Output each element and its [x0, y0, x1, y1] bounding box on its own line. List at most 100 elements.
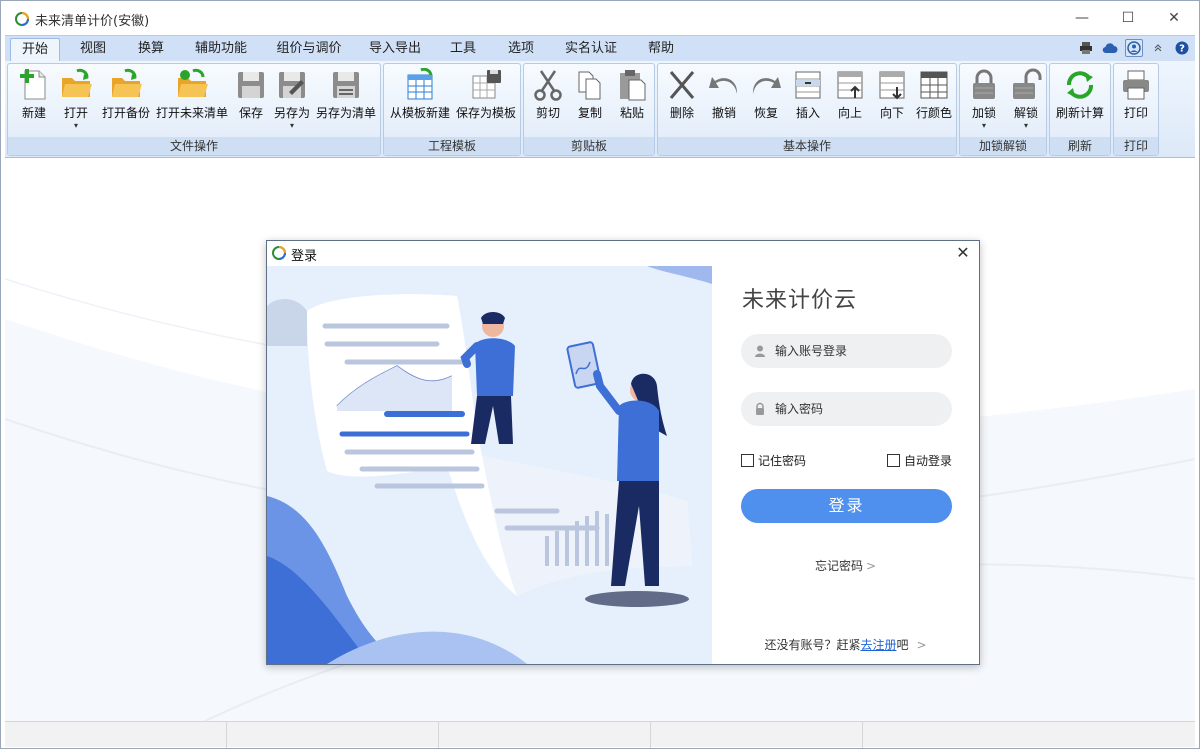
unlock-button[interactable]: 解锁 ▾: [1006, 66, 1046, 138]
scissors-icon: [534, 70, 562, 101]
forgot-password-link[interactable]: 忘记密码 >: [712, 557, 979, 574]
new-button[interactable]: 新建: [14, 66, 54, 138]
dialog-close-button[interactable]: ✕: [953, 243, 973, 262]
copy-label: 复制: [577, 106, 602, 120]
remember-password-checkbox[interactable]: 记住密码: [741, 452, 806, 469]
lock-button[interactable]: 加锁 ▾: [964, 66, 1004, 138]
menu-tab-bar: 开始 视图 换算 辅助功能 组价与调价 导入导出 工具 选项 实名认证 帮助 ?: [5, 35, 1195, 62]
tab-start[interactable]: 开始: [10, 38, 60, 62]
tab-tools[interactable]: 工具: [443, 38, 483, 62]
auto-login-checkbox[interactable]: 自动登录: [887, 452, 952, 469]
status-bar: [5, 721, 1195, 748]
auto-login-checkbox-box[interactable]: [887, 454, 900, 467]
unlock-dropdown-icon[interactable]: ▾: [1006, 121, 1046, 131]
login-button[interactable]: 登录: [741, 489, 952, 523]
save-as-button[interactable]: 另存为 ▾: [272, 66, 312, 138]
lock-icon: [973, 69, 995, 99]
help-glyph: ?: [1179, 44, 1185, 55]
tab-options[interactable]: 选项: [499, 38, 543, 62]
paste-button[interactable]: 粘贴: [612, 66, 652, 138]
new-from-template-button[interactable]: 从模板新建: [388, 66, 452, 138]
group-label-basic: 基本操作: [658, 137, 956, 155]
dialog-logo-icon: [272, 246, 286, 260]
delete-button[interactable]: 删除: [662, 66, 702, 138]
tab-view[interactable]: 视图: [71, 38, 115, 62]
save-as-icon: [279, 72, 305, 98]
lock-icon: [756, 402, 764, 415]
cut-button[interactable]: 剪切: [528, 66, 568, 138]
save-as-list-button[interactable]: 另存为清单: [314, 66, 378, 138]
group-label-print: 打印: [1114, 137, 1158, 155]
copy-button[interactable]: 复制: [570, 66, 610, 138]
register-suffix: 吧: [896, 638, 909, 652]
refresh-calc-label: 刷新计算: [1055, 106, 1104, 120]
new-from-template-label: 从模板新建: [389, 106, 450, 120]
save-as-template-label: 保存为模板: [455, 106, 516, 120]
move-up-button[interactable]: 向上: [830, 66, 870, 138]
delete-label: 删除: [669, 106, 694, 120]
open-backup-button[interactable]: 打开备份: [100, 66, 152, 138]
redo-label: 恢复: [753, 106, 778, 120]
save-as-dropdown-icon[interactable]: ▾: [272, 121, 312, 131]
minimize-button[interactable]: —: [1059, 1, 1105, 35]
group-label-lock: 加锁解锁: [960, 137, 1046, 155]
collapse-ribbon-icon[interactable]: [1149, 39, 1167, 57]
tab-convert[interactable]: 换算: [129, 38, 173, 62]
print-button[interactable]: 打印: [1116, 66, 1156, 138]
register-arrow-icon: >: [916, 638, 927, 652]
save-as-template-button[interactable]: 保存为模板: [454, 66, 518, 138]
redo-icon: [752, 77, 781, 94]
open-future-list-label: 打开未来清单: [155, 106, 228, 120]
move-down-button[interactable]: 向下: [872, 66, 912, 138]
illustration-image: [267, 266, 712, 664]
paste-icon: [620, 70, 646, 101]
register-link[interactable]: 去注册: [860, 638, 896, 652]
ribbon-group-basic: 删除 撤销 恢复 插入 向上 向下 行颜色 基本操作: [657, 63, 957, 156]
ribbon-toolbar: 新建 打开 ▾ 打开备份 打开未来清单 保存 另存为 ▾ 另存为清单 文件操作 …: [5, 61, 1195, 158]
ribbon-group-print: 打印 打印: [1113, 63, 1159, 156]
ribbon-group-refresh: 刷新计算 刷新: [1049, 63, 1111, 156]
lock-label: 加锁: [971, 106, 996, 120]
open-button[interactable]: 打开 ▾: [56, 66, 96, 138]
maximize-button[interactable]: ☐: [1105, 1, 1151, 35]
save-as-list-icon: [333, 72, 359, 98]
insert-label: 插入: [795, 106, 820, 120]
tab-help[interactable]: 帮助: [639, 38, 683, 62]
save-label: 保存: [238, 106, 263, 120]
insert-row-icon: [795, 71, 821, 99]
user-icon: [755, 345, 765, 357]
printer-icon[interactable]: [1077, 39, 1095, 57]
forgot-label[interactable]: 忘记密码: [815, 559, 863, 573]
row-color-icon: [920, 71, 948, 99]
close-button[interactable]: ✕: [1151, 1, 1197, 35]
save-button[interactable]: 保存: [232, 66, 270, 138]
tab-real-name[interactable]: 实名认证: [557, 38, 625, 62]
user-icon[interactable]: [1125, 39, 1143, 57]
tab-import-export[interactable]: 导入导出: [363, 38, 427, 62]
new-label: 新建: [21, 106, 46, 120]
print-icon: [1123, 70, 1149, 100]
undo-button[interactable]: 撤销: [704, 66, 744, 138]
move-up-icon: [837, 71, 863, 99]
insert-button[interactable]: 插入: [788, 66, 828, 138]
open-folder-icon: [62, 68, 92, 97]
refresh-calc-button[interactable]: 刷新计算: [1052, 66, 1108, 138]
open-dropdown-icon[interactable]: ▾: [56, 121, 96, 131]
lock-dropdown-icon[interactable]: ▾: [964, 121, 1004, 131]
tab-pricing[interactable]: 组价与调价: [269, 38, 349, 62]
password-input[interactable]: [775, 392, 945, 426]
open-future-list-button[interactable]: 打开未来清单: [154, 66, 230, 138]
copy-icon: [578, 71, 601, 100]
paste-label: 粘贴: [619, 106, 644, 120]
cut-label: 剪切: [535, 106, 560, 120]
tab-aux-functions[interactable]: 辅助功能: [189, 38, 253, 62]
account-input[interactable]: [775, 334, 945, 368]
cloud-icon[interactable]: [1101, 39, 1119, 57]
help-icon[interactable]: ?: [1173, 39, 1191, 57]
redo-button[interactable]: 恢复: [746, 66, 786, 138]
remember-checkbox-box[interactable]: [741, 454, 754, 467]
app-logo-icon: [15, 12, 29, 26]
group-label-clipboard: 剪贴板: [524, 137, 654, 155]
status-cell-4: [651, 722, 863, 748]
row-color-button[interactable]: 行颜色: [914, 66, 954, 138]
